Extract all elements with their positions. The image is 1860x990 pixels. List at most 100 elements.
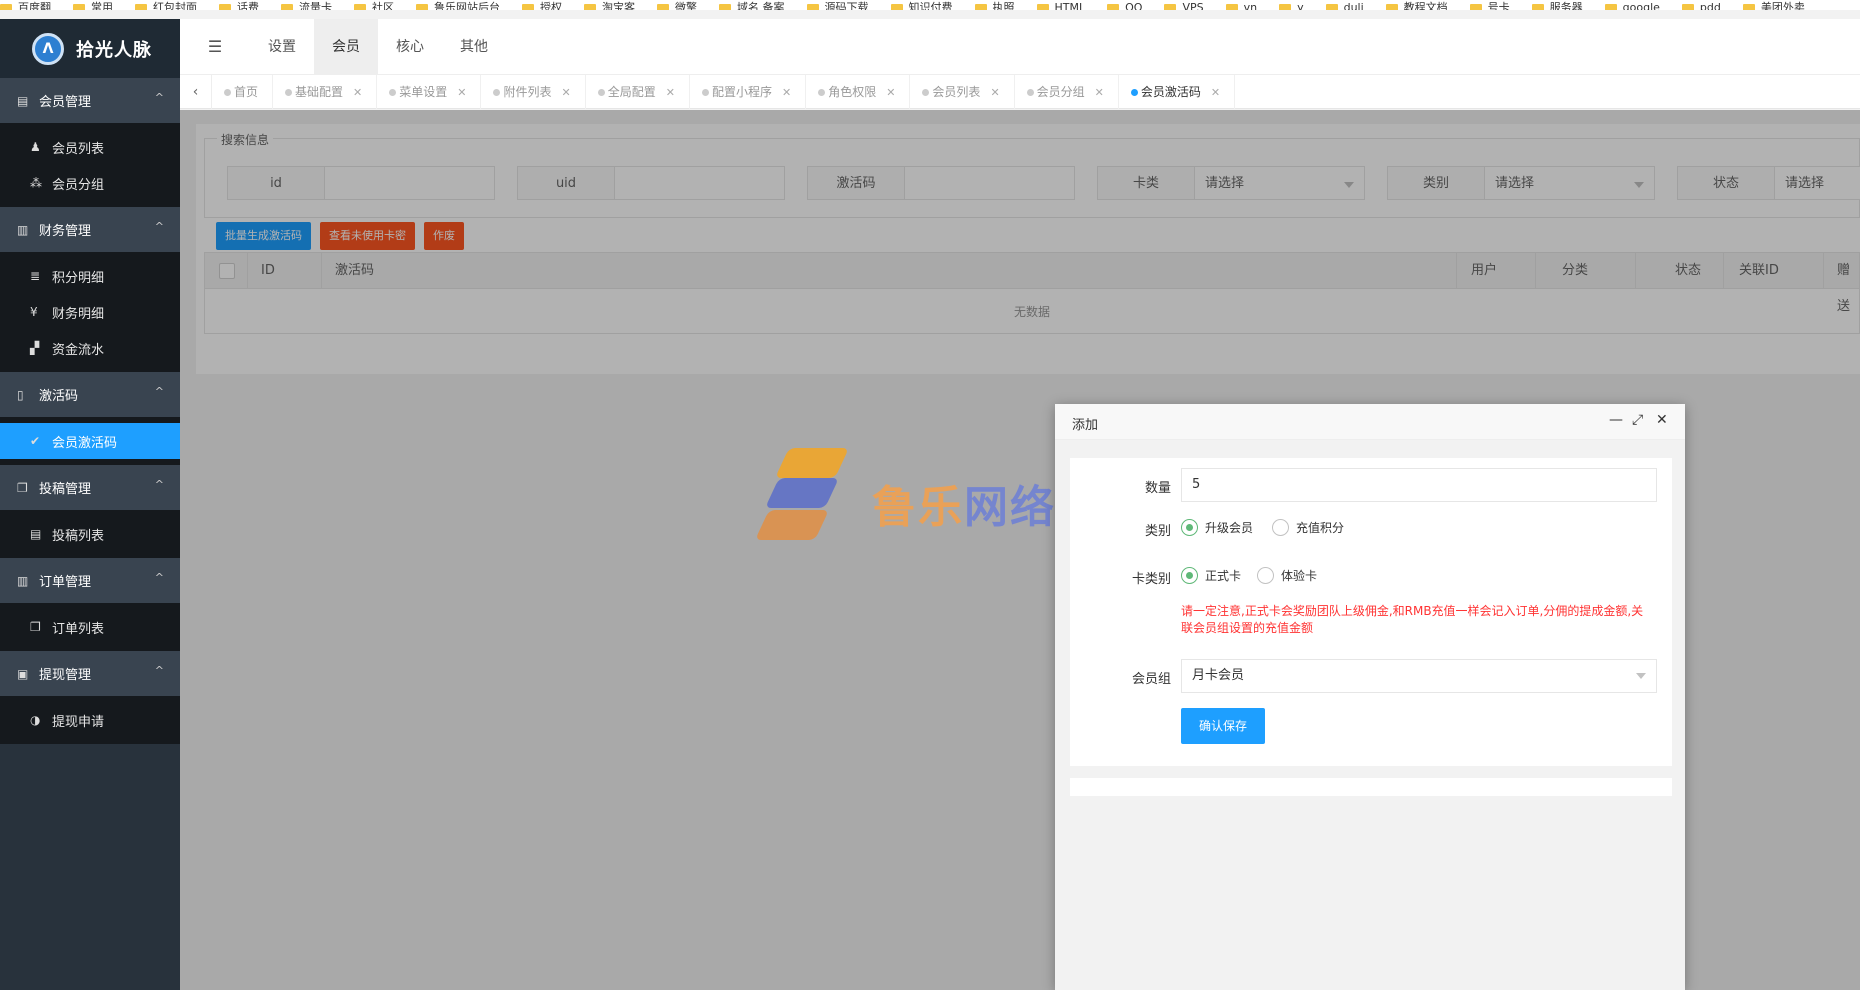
bookmark-item[interactable]: 域名 备案	[719, 2, 785, 10]
sidebar-item-label: 财务明细	[52, 306, 105, 322]
bookmark-item[interactable]: google	[1604, 2, 1660, 10]
tab-close-icon[interactable]: ✕	[1211, 86, 1220, 99]
tab-label: 全局配置	[607, 84, 656, 99]
topnav-item[interactable]: 核心	[378, 19, 442, 75]
sidebar-group[interactable]: ▥ 财务管理 ^	[0, 207, 180, 252]
sidebar-group[interactable]: ❐ 投稿管理 ^	[0, 465, 180, 510]
bookmark-item[interactable]: 美团外卖	[1742, 2, 1805, 10]
bookmark-item[interactable]: QQ	[1107, 2, 1142, 10]
tab-close-icon[interactable]: ✕	[666, 86, 675, 99]
sidebar-item[interactable]: ♟ 会员列表	[0, 129, 180, 165]
bookmark-item[interactable]: VPS	[1164, 2, 1204, 10]
page-tab[interactable]: 菜单设置 ✕	[377, 74, 482, 109]
sidebar-item[interactable]: ▞ 资金流水	[0, 330, 180, 366]
tab-dot-icon	[701, 88, 709, 96]
folder-icon	[890, 3, 903, 10]
radio-label: 充值积分	[1296, 521, 1345, 535]
bookmark-item[interactable]: pdd	[1681, 2, 1721, 10]
logo[interactable]: Λ 拾光人脉	[0, 19, 180, 78]
folder-icon	[1107, 3, 1120, 10]
sidebar-item[interactable]: ❐ 订单列表	[0, 609, 180, 645]
sidebar-item[interactable]: ◑ 提现申请	[0, 702, 180, 738]
radio-label: 升级会员	[1205, 521, 1254, 535]
menu-toggle-icon[interactable]: ☰	[180, 37, 250, 56]
page-tab[interactable]: 会员激活码 ✕	[1119, 74, 1236, 109]
minimize-icon[interactable]: —	[1609, 412, 1623, 428]
topnav-item[interactable]: 其他	[442, 19, 506, 75]
card-radio-trial[interactable]: 体验卡	[1257, 567, 1317, 584]
page-tab[interactable]: 全局配置 ✕	[586, 74, 690, 109]
bookmark-item[interactable]: HTML	[1036, 2, 1085, 10]
bookmark-item[interactable]: 红包封面	[135, 2, 197, 10]
bookmark-item[interactable]: vn	[1225, 1, 1258, 10]
bookmark-item[interactable]: 话费	[219, 2, 259, 10]
page-tab[interactable]: 首页	[212, 74, 274, 109]
sidebar-item[interactable]: ¥ 财务明细	[0, 294, 180, 330]
tab-bar: ‹ 首页 基础配置 ✕ 菜单设置 ✕ 附件列表 ✕ 全局配置 ✕ 配置小程序 ✕ 角色权限 ✕ 会员列表 ✕…	[180, 74, 1860, 109]
bookmark-item[interactable]: 淘宝客	[584, 2, 635, 10]
bookmark-item[interactable]: 流量卡	[281, 2, 332, 10]
type-radio-upgrade[interactable]: 升级会员	[1181, 519, 1253, 536]
bookmark-item[interactable]: 百度翻	[0, 2, 51, 10]
topnav-item[interactable]: 设置	[250, 19, 314, 75]
clone-icon: ❐	[30, 620, 41, 634]
modal-header[interactable]: 添加 — ⤢ ✕	[1055, 404, 1685, 440]
sidebar-item[interactable]: ⁂ 会员分组	[0, 165, 180, 201]
page-tab[interactable]: 会员列表 ✕	[910, 74, 1015, 109]
page-tab[interactable]: 配置小程序 ✕	[690, 74, 807, 109]
chevron-up-icon: ^	[154, 571, 164, 584]
bookmark-item[interactable]: 源码下载	[806, 2, 869, 10]
bookmark-item[interactable]: 社区	[354, 2, 394, 10]
tab-prev-icon[interactable]: ‹	[180, 74, 212, 109]
tab-close-icon[interactable]: ✕	[562, 86, 571, 99]
maximize-icon[interactable]: ⤢	[1632, 412, 1643, 428]
bookmark-item[interactable]: 鲁乐网站后台	[416, 2, 500, 10]
sidebar-item[interactable]: ≣ 积分明细	[0, 258, 180, 294]
topnav-item[interactable]: 会员	[314, 18, 378, 75]
bookmark-item[interactable]: 号卡	[1469, 2, 1510, 10]
bookmark-item[interactable]: 服务器	[1531, 2, 1583, 10]
bookmark-item[interactable]: 微擎	[657, 2, 697, 10]
sidebar-item[interactable]: ▤ 投稿列表	[0, 516, 180, 552]
confirm-save-button[interactable]: 确认保存	[1181, 708, 1265, 744]
folder-icon	[1531, 3, 1544, 10]
folder-icon	[974, 3, 987, 10]
bookmark-item[interactable]: 执照	[974, 2, 1015, 10]
bookmark-item[interactable]: 授权	[522, 2, 562, 10]
sidebar-group[interactable]: ▤ 会员管理 ^	[0, 78, 180, 123]
tab-close-icon[interactable]: ✕	[886, 86, 895, 99]
sidebar-group[interactable]: ▣ 提现管理 ^	[0, 651, 180, 696]
bookmark-label: vn	[1243, 1, 1258, 10]
bookmark-item[interactable]: y	[1279, 2, 1304, 10]
tab-close-icon[interactable]: ✕	[1095, 86, 1104, 99]
close-icon[interactable]: ✕	[1656, 412, 1668, 428]
card-radio-formal[interactable]: 正式卡	[1181, 567, 1241, 584]
sidebar-item[interactable]: ✔ 会员激活码	[0, 423, 180, 459]
sidebar-submenu: ▤ 投稿列表	[0, 510, 180, 558]
page-tab[interactable]: 基础配置 ✕	[273, 74, 378, 109]
member-group-select[interactable]: 月卡会员	[1181, 659, 1657, 693]
tab-close-icon[interactable]: ✕	[457, 86, 466, 99]
bookmark-item[interactable]: 教程文档	[1385, 2, 1448, 10]
tab-close-icon[interactable]: ✕	[990, 86, 999, 99]
quantity-input[interactable]: 5	[1181, 468, 1657, 502]
type-radio-recharge[interactable]: 充值积分	[1272, 519, 1344, 536]
chevron-up-icon: ^	[154, 478, 164, 491]
yen-icon: ¥	[30, 305, 38, 319]
sidebar-group-label: 订单管理	[39, 575, 92, 590]
bookmark-item[interactable]: 常用	[73, 2, 113, 10]
sidebar-submenu: ≣ 积分明细 ¥ 财务明细 ▞ 资金流水	[0, 252, 180, 372]
folder-icon	[1164, 3, 1177, 10]
bookmark-item[interactable]: duli	[1325, 2, 1364, 10]
folder-icon	[73, 3, 85, 10]
radio-circle	[1257, 567, 1274, 584]
folder-icon	[584, 3, 596, 10]
tab-close-icon[interactable]: ✕	[353, 86, 362, 99]
page-tab[interactable]: 会员分组 ✕	[1015, 74, 1119, 109]
sidebar-group[interactable]: ▥ 订单管理 ^	[0, 558, 180, 603]
page-tab[interactable]: 附件列表 ✕	[481, 74, 586, 109]
tab-close-icon[interactable]: ✕	[782, 86, 791, 99]
page-tab[interactable]: 角色权限 ✕	[806, 74, 911, 109]
bookmark-item[interactable]: 知识付费	[890, 2, 953, 10]
sidebar-group[interactable]: ▯ 激活码 ^	[0, 372, 180, 417]
